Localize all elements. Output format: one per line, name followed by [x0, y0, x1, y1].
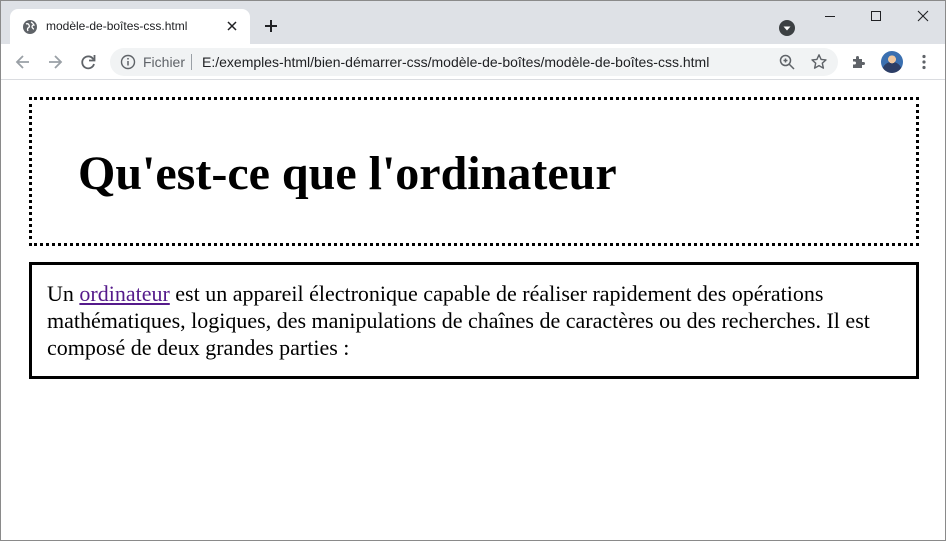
close-window-icon[interactable]	[899, 1, 945, 33]
forward-arrow-icon[interactable]	[45, 52, 65, 72]
page-heading: Qu'est-ce que l'ordinateur	[78, 147, 617, 200]
paragraph: Un ordinateur est un appareil électroniq…	[47, 280, 907, 361]
browser-window: modèle-de-boîtes-css.html Fichier E:/exe…	[0, 0, 946, 541]
tab-title: modèle-de-boîtes-css.html	[46, 19, 188, 33]
tab-strip: modèle-de-boîtes-css.html	[1, 1, 945, 44]
scheme-label: Fichier	[143, 54, 186, 70]
maximize-icon[interactable]	[853, 1, 899, 33]
bookmark-star-icon[interactable]	[810, 53, 828, 71]
minimize-icon[interactable]	[807, 1, 853, 33]
close-tab-icon[interactable]	[224, 18, 240, 34]
tab-search-icon[interactable]	[778, 19, 796, 37]
back-arrow-icon[interactable]	[13, 52, 33, 72]
more-menu-icon[interactable]	[915, 53, 933, 71]
extensions-puzzle-icon[interactable]	[850, 53, 868, 71]
zoom-icon[interactable]	[778, 53, 796, 71]
browser-toolbar: Fichier E:/exemples-html/bien-démarrer-c…	[1, 44, 945, 80]
paragraph-text-before-link: Un	[47, 281, 80, 306]
paragraph-box: Un ordinateur est un appareil électroniq…	[29, 262, 919, 379]
ordinateur-link[interactable]: ordinateur	[79, 281, 169, 306]
address-bar[interactable]: Fichier E:/exemples-html/bien-démarrer-c…	[110, 48, 838, 76]
reload-icon[interactable]	[78, 52, 98, 72]
profile-avatar[interactable]	[881, 51, 903, 73]
info-icon[interactable]	[120, 54, 136, 70]
plus-icon[interactable]	[261, 16, 281, 36]
page-viewport: Qu'est-ce que l'ordinateur Un ordinateur…	[1, 81, 945, 540]
address-separator	[191, 54, 192, 70]
paragraph-text-after-link: est un appareil électronique capable de …	[47, 281, 870, 360]
globe-icon	[23, 20, 37, 34]
browser-tab[interactable]: modèle-de-boîtes-css.html	[10, 9, 250, 44]
heading-box: Qu'est-ce que l'ordinateur	[29, 97, 919, 246]
url-text[interactable]: E:/exemples-html/bien-démarrer-css/modèl…	[202, 54, 709, 70]
